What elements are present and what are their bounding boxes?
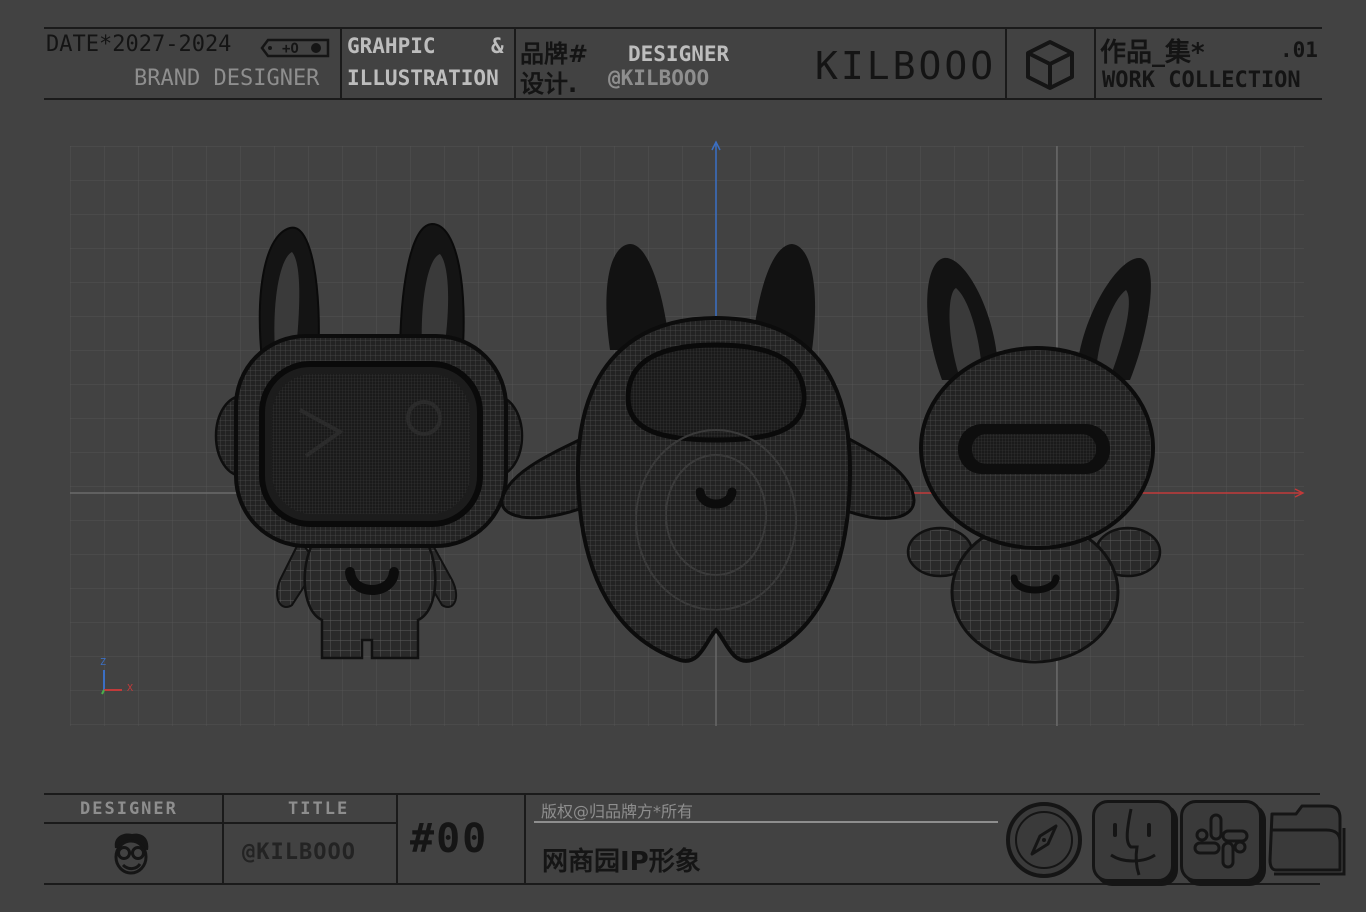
wireframe-viewport (70, 140, 1305, 726)
folder-icon[interactable] (1266, 800, 1350, 880)
safari-compass-icon[interactable] (1004, 800, 1084, 880)
designer-avatar-icon (114, 833, 149, 875)
footer-number: #00 (410, 816, 489, 862)
footer-designer-label: DESIGNER (80, 799, 178, 819)
footer-title-label: TITLE (288, 799, 350, 819)
slack-icon[interactable] (1180, 800, 1262, 882)
finder-icon[interactable] (1092, 800, 1174, 882)
copyright-text: 版权@归品牌方*所有 (541, 802, 694, 821)
slack-hash-icon (1193, 813, 1249, 869)
footer-title: 网商园IP形象 (542, 847, 701, 877)
footer-handle: @KILBOOO (242, 840, 356, 865)
axis-x-label: X (127, 683, 134, 694)
axis-z-label: Z (100, 657, 107, 668)
finder-face-icon (1110, 808, 1156, 876)
